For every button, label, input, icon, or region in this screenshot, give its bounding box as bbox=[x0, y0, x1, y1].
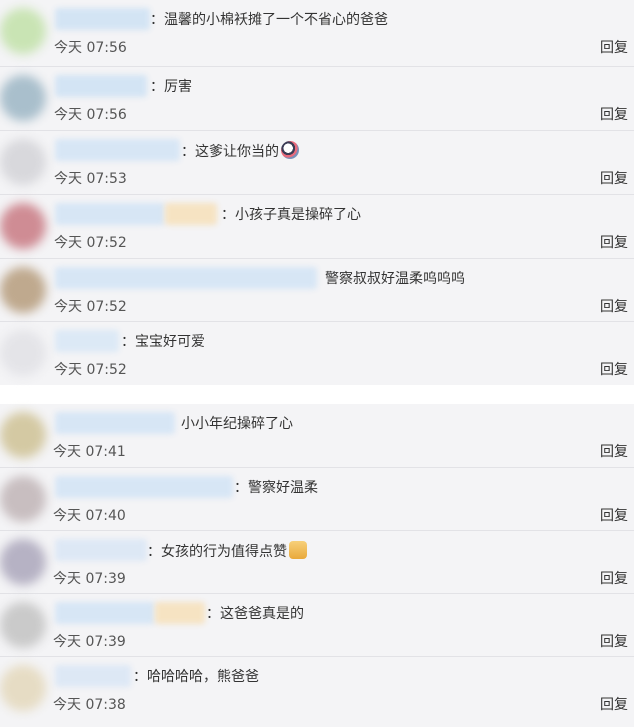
comment-row: 小小年纪操碎了心 今天 07:41 回复 bbox=[0, 404, 634, 468]
comment-text-content: ：这爹让你当的 bbox=[181, 144, 279, 160]
comment-time: 今天 07:41 bbox=[53, 444, 126, 460]
crying-face-icon bbox=[281, 141, 299, 159]
comment-time: 今天 07:56 bbox=[54, 107, 127, 123]
comment-panel-top: ：温馨的小棉袄摊了一个不省心的爸爸 今天 07:56 回复 ：厉害 今天 07:… bbox=[0, 0, 634, 385]
comment-row: ：女孩的行为值得点赞 今天 07:39 回复 bbox=[0, 531, 634, 594]
comment-row: ：警察好温柔 今天 07:40 回复 bbox=[0, 468, 634, 531]
comment-row: ：小孩子真是操碎了心 今天 07:52 回复 bbox=[0, 195, 634, 259]
reply-button[interactable]: 回复 bbox=[600, 569, 628, 589]
comment-text: ：这爹让你当的 bbox=[181, 141, 299, 162]
username-blurred[interactable] bbox=[55, 203, 165, 225]
comment-time: 今天 07:53 bbox=[54, 171, 127, 187]
comment-text-content: ：女孩的行为值得点赞 bbox=[147, 544, 287, 560]
thumbs-up-icon bbox=[289, 541, 307, 559]
comment-text: ：温馨的小棉袄摊了一个不省心的爸爸 bbox=[150, 12, 388, 28]
comment-time: 今天 07:40 bbox=[53, 508, 126, 524]
comment-text: ：厉害 bbox=[150, 79, 192, 95]
comment-text: ：哈哈哈哈，熊爸爸 bbox=[133, 669, 259, 685]
comment-time: 今天 07:52 bbox=[54, 235, 127, 251]
reply-button[interactable]: 回复 bbox=[600, 38, 628, 58]
username-blurred[interactable] bbox=[55, 139, 180, 161]
comment-time: 今天 07:56 bbox=[54, 40, 127, 56]
avatar[interactable] bbox=[0, 8, 46, 54]
comment-row: ：哈哈哈哈，熊爸爸 今天 07:38 回复 bbox=[0, 657, 634, 727]
avatar[interactable] bbox=[0, 267, 46, 313]
avatar[interactable] bbox=[0, 139, 46, 185]
reply-button[interactable]: 回复 bbox=[600, 233, 628, 253]
comment-time: 今天 07:52 bbox=[54, 362, 127, 378]
reply-button[interactable]: 回复 bbox=[600, 169, 628, 189]
comment-row: ：宝宝好可爱 今天 07:52 回复 bbox=[0, 322, 634, 385]
username-blurred[interactable] bbox=[55, 8, 150, 30]
username-blurred[interactable] bbox=[55, 665, 131, 687]
avatar[interactable] bbox=[0, 75, 46, 121]
username-blurred[interactable] bbox=[55, 75, 147, 97]
comment-time: 今天 07:39 bbox=[53, 634, 126, 650]
reply-button[interactable]: 回复 bbox=[600, 105, 628, 125]
comment-time: 今天 07:38 bbox=[53, 697, 126, 713]
username-blurred[interactable] bbox=[55, 330, 119, 352]
username-blurred-badge bbox=[155, 602, 205, 624]
comment-row: ：厉害 今天 07:56 回复 bbox=[0, 67, 634, 131]
reply-button[interactable]: 回复 bbox=[600, 360, 628, 380]
comment-text: 小小年纪操碎了心 bbox=[181, 416, 293, 432]
avatar[interactable] bbox=[0, 412, 46, 458]
username-blurred-badge bbox=[165, 203, 217, 225]
reply-button[interactable]: 回复 bbox=[600, 632, 628, 652]
avatar[interactable] bbox=[0, 539, 46, 585]
comment-text: ：女孩的行为值得点赞 bbox=[147, 541, 307, 562]
reply-button[interactable]: 回复 bbox=[600, 297, 628, 317]
comment-row: ：温馨的小棉袄摊了一个不省心的爸爸 今天 07:56 回复 bbox=[0, 0, 634, 67]
username-blurred[interactable] bbox=[55, 267, 317, 289]
comment-text: ：警察好温柔 bbox=[234, 480, 318, 496]
avatar[interactable] bbox=[0, 203, 46, 249]
avatar[interactable] bbox=[0, 602, 46, 648]
reply-button[interactable]: 回复 bbox=[600, 506, 628, 526]
reply-button[interactable]: 回复 bbox=[600, 442, 628, 462]
comment-panel-bottom: 小小年纪操碎了心 今天 07:41 回复 ：警察好温柔 今天 07:40 回复 … bbox=[0, 404, 634, 727]
comment-text: ：小孩子真是操碎了心 bbox=[221, 207, 361, 223]
comment-time: 今天 07:39 bbox=[53, 571, 126, 587]
comment-text: 警察叔叔好温柔呜呜呜 bbox=[325, 271, 465, 287]
comment-row: 警察叔叔好温柔呜呜呜 今天 07:52 回复 bbox=[0, 259, 634, 322]
username-blurred[interactable] bbox=[55, 602, 155, 624]
reply-button[interactable]: 回复 bbox=[600, 695, 628, 715]
comment-text: ：宝宝好可爱 bbox=[121, 334, 205, 350]
avatar[interactable] bbox=[0, 665, 46, 711]
avatar[interactable] bbox=[0, 476, 46, 522]
comment-row: ：这爹让你当的 今天 07:53 回复 bbox=[0, 131, 634, 195]
comment-time: 今天 07:52 bbox=[54, 299, 127, 315]
comment-text: ：这爸爸真是的 bbox=[206, 606, 304, 622]
avatar[interactable] bbox=[0, 330, 46, 376]
username-blurred[interactable] bbox=[55, 539, 147, 561]
username-blurred[interactable] bbox=[55, 412, 175, 434]
username-blurred[interactable] bbox=[55, 476, 233, 498]
comment-row: ：这爸爸真是的 今天 07:39 回复 bbox=[0, 594, 634, 657]
